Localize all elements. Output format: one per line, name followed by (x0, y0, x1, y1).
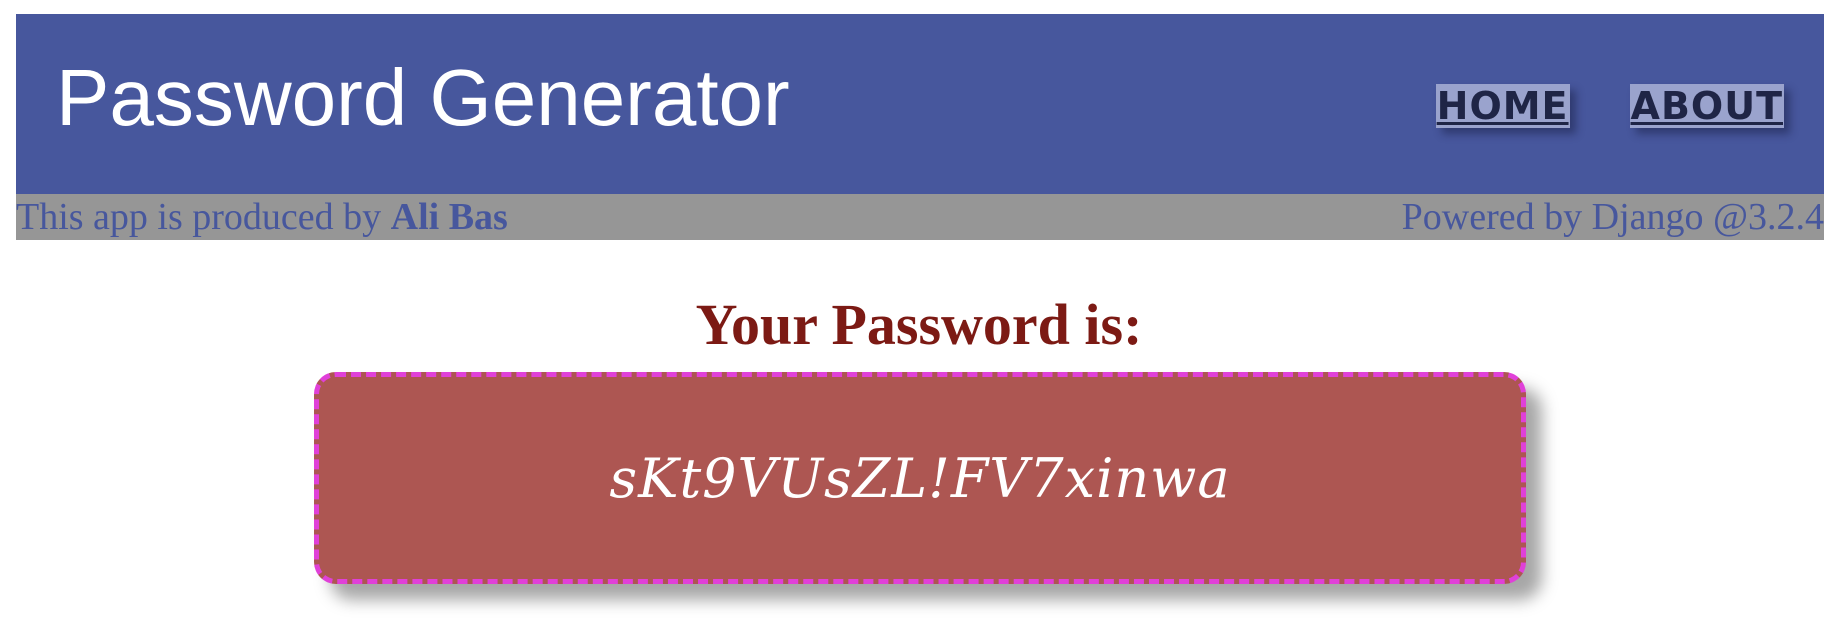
nav-link-about[interactable]: ABOUT (1629, 84, 1784, 128)
site-header: Password Generator HOME ABOUT (16, 14, 1824, 194)
password-box: sKt9VUsZL!FV7xinwa (314, 372, 1526, 584)
main-nav: HOME ABOUT (1435, 84, 1784, 128)
app-title: Password Generator (56, 53, 790, 142)
author-name: Ali Bas (390, 196, 508, 238)
author-credit: This app is produced by Ali Bas (16, 194, 508, 240)
credit-bar: This app is produced by Ali Bas Powered … (16, 194, 1824, 240)
generated-password: sKt9VUsZL!FV7xinwa (609, 446, 1231, 510)
result-heading: Your Password is: (695, 292, 1143, 357)
powered-by: Powered by Django @3.2.4 (1401, 196, 1824, 238)
nav-link-home[interactable]: HOME (1435, 84, 1570, 128)
author-credit-prefix: This app is produced by (16, 196, 391, 238)
